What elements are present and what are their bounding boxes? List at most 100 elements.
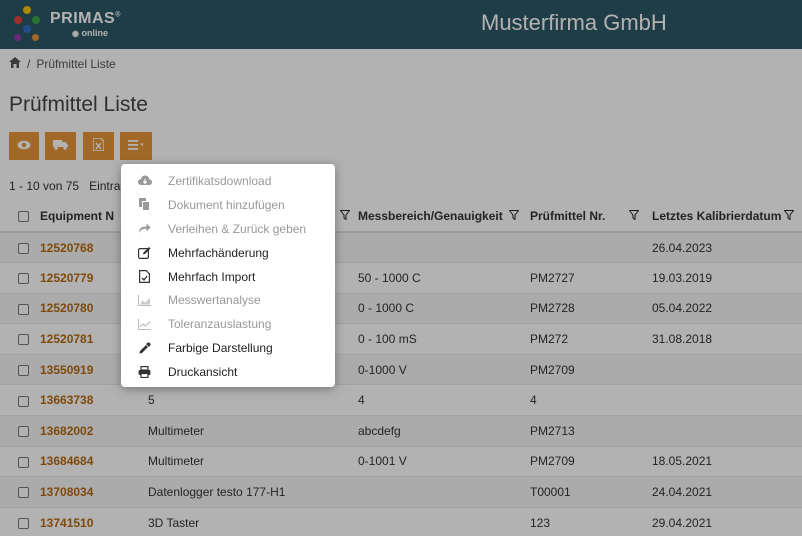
bezeichnung-cell: Datenlogger testo 177-H1 xyxy=(148,476,358,508)
pruefmittel-cell: PM2727 xyxy=(530,262,652,294)
more-actions-menu: Zertifikatsdownload Dokument hinzufügen … xyxy=(121,164,335,387)
bezeichnung-cell: Multimeter xyxy=(148,415,358,447)
pruefmittel-cell: PM2728 xyxy=(530,293,652,325)
row-checkbox[interactable] xyxy=(18,242,29,254)
kalibrierdatum-cell: 24.04.2021 xyxy=(652,476,802,508)
menu-item-dokument-hinzufuegen[interactable]: Dokument hinzufügen xyxy=(121,193,335,217)
menu-item-farbige-darstellung[interactable]: Farbige Darstellung xyxy=(121,336,335,360)
eye-icon xyxy=(17,139,31,153)
kalibrierdatum-cell xyxy=(652,384,802,417)
menu-item-messwertanalyse[interactable]: Messwertanalyse xyxy=(121,288,335,312)
pruefmittel-cell: PM2713 xyxy=(530,415,652,447)
row-checkbox[interactable] xyxy=(18,517,29,529)
kalibrierdatum-cell xyxy=(652,415,802,447)
eyedropper-icon xyxy=(121,342,168,354)
equipment-link[interactable]: 13741510 xyxy=(40,507,148,536)
messbereich-cell xyxy=(358,232,530,264)
menu-item-label: Toleranzauslastung xyxy=(168,317,272,332)
table-row[interactable]: 13663738 5 4 4 xyxy=(0,384,802,417)
filter-icon[interactable] xyxy=(508,210,520,223)
lend-button[interactable] xyxy=(45,132,76,160)
pagination-info: 1 - 10 von 75 Eintra xyxy=(9,179,120,193)
menu-item-mehrfachaenderung[interactable]: Mehrfachänderung xyxy=(121,241,335,265)
kalibrierdatum-cell: 29.04.2021 xyxy=(652,507,802,536)
menu-item-toleranzauslastung[interactable]: Toleranzauslastung xyxy=(121,312,335,336)
row-checkbox[interactable] xyxy=(18,334,29,346)
table-row[interactable]: 13684684 Multimeter 0-1001 V PM2709 18.0… xyxy=(0,446,802,478)
messbereich-cell: 50 - 1000 C xyxy=(358,262,530,294)
messbereich-cell: 0 - 1000 C xyxy=(358,293,530,325)
pagination-range: 1 - 10 von 75 xyxy=(9,179,80,193)
kalibrierdatum-cell: 05.04.2022 xyxy=(652,293,802,325)
menu-item-label: Zertifikatsdownload xyxy=(168,173,272,188)
breadcrumb-separator: / xyxy=(27,57,31,71)
kalibrierdatum-cell xyxy=(652,354,802,386)
header-checkbox-cell xyxy=(0,201,40,233)
logo-text: PRIMAS® xyxy=(50,10,121,27)
pruefmittel-cell: PM2709 xyxy=(530,354,652,386)
page-title: Prüfmittel Liste xyxy=(9,93,148,116)
company-name: Musterfirma GmbH xyxy=(481,10,667,35)
primas-logo[interactable]: PRIMAS® ◉ online xyxy=(14,6,124,44)
entries-label: Eintra xyxy=(89,179,121,193)
pruefmittel-cell xyxy=(530,232,652,264)
menu-item-label: Farbige Darstellung xyxy=(168,341,273,356)
table-row[interactable]: 13682002 Multimeter abcdefg PM2713 xyxy=(0,415,802,447)
row-checkbox[interactable] xyxy=(18,365,29,376)
line-chart-icon xyxy=(121,318,168,330)
area-chart-icon xyxy=(121,294,168,306)
breadcrumb: / Prüfmittel Liste xyxy=(9,57,116,71)
bezeichnung-cell: Multimeter xyxy=(148,446,358,478)
logo-dots-icon xyxy=(14,6,48,44)
equipment-link[interactable]: 13708034 xyxy=(40,476,148,508)
equipment-link[interactable]: 13682002 xyxy=(40,415,148,447)
kalibrierdatum-cell: 26.04.2023 xyxy=(652,232,802,264)
menu-item-verleihen[interactable]: Verleihen & Zurück geben xyxy=(121,217,335,241)
pruefmittel-cell: 123 xyxy=(530,507,652,536)
header-kalibrierdatum[interactable]: Letztes Kalibrierdatum xyxy=(652,201,802,233)
menu-item-druckansicht[interactable]: Druckansicht xyxy=(121,360,335,384)
messbereich-cell: 4 xyxy=(358,384,530,417)
menu-item-label: Druckansicht xyxy=(168,365,238,380)
header-messbereich[interactable]: Messbereich/Genauigkeit xyxy=(358,201,530,233)
row-checkbox[interactable] xyxy=(18,273,29,285)
filter-icon[interactable] xyxy=(783,210,795,223)
kalibrierdatum-cell: 18.05.2021 xyxy=(652,446,802,478)
row-checkbox[interactable] xyxy=(18,395,29,407)
row-checkbox[interactable] xyxy=(18,426,29,438)
filter-icon[interactable] xyxy=(339,209,351,223)
bezeichnung-cell: 5 xyxy=(148,384,358,417)
row-checkbox[interactable] xyxy=(18,303,29,315)
edit-icon xyxy=(121,246,168,260)
messbereich-cell xyxy=(358,476,530,508)
pruefmittel-cell: PM2709 xyxy=(530,446,652,478)
row-checkbox[interactable] xyxy=(18,456,29,468)
table-row[interactable]: 13741510 3D Taster 123 29.04.2021 xyxy=(0,507,802,536)
messbereich-cell: 0-1000 V xyxy=(358,354,530,386)
menu-icon xyxy=(128,139,144,153)
kalibrierdatum-cell: 31.08.2018 xyxy=(652,323,802,355)
menu-item-zertifikatsdownload[interactable]: Zertifikatsdownload xyxy=(121,169,335,193)
filter-icon[interactable] xyxy=(628,210,640,223)
breadcrumb-current: Prüfmittel Liste xyxy=(36,57,116,71)
excel-export-button[interactable] xyxy=(83,132,114,160)
more-actions-dropdown-button[interactable] xyxy=(120,132,152,160)
table-row[interactable]: 13708034 Datenlogger testo 177-H1 T00001… xyxy=(0,476,802,508)
pruefmittel-cell: 4 xyxy=(530,384,652,417)
menu-item-mehrfach-import[interactable]: Mehrfach Import xyxy=(121,265,335,289)
row-checkbox[interactable] xyxy=(18,487,29,499)
messbereich-cell xyxy=(358,507,530,536)
menu-item-label: Dokument hinzufügen xyxy=(168,197,285,212)
home-icon[interactable] xyxy=(9,57,21,71)
bezeichnung-cell: 3D Taster xyxy=(148,507,358,536)
menu-item-label: Mehrfach Import xyxy=(168,269,256,284)
truck-icon xyxy=(53,139,68,153)
messbereich-cell: 0 - 100 mS xyxy=(358,323,530,355)
equipment-link[interactable]: 13684684 xyxy=(40,446,148,478)
equipment-link[interactable]: 13663738 xyxy=(40,384,148,417)
messbereich-cell: abcdefg xyxy=(358,415,530,447)
select-all-checkbox[interactable] xyxy=(18,211,29,223)
view-button[interactable] xyxy=(9,132,39,160)
header-pruefmittel[interactable]: Prüfmittel Nr. xyxy=(530,201,652,233)
menu-item-label: Messwertanalyse xyxy=(168,293,261,308)
